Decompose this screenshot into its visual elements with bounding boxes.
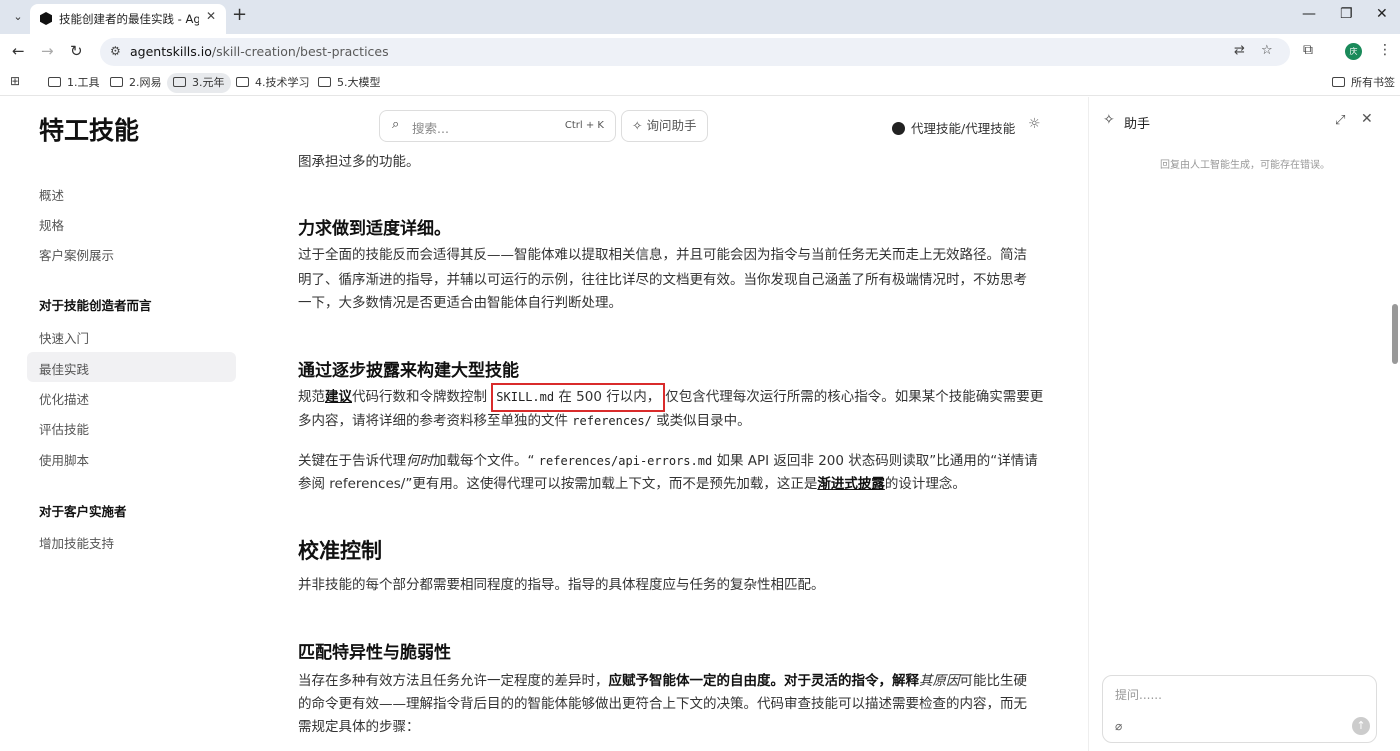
input-placeholder: 提问......	[1115, 688, 1162, 702]
folder-icon	[110, 77, 123, 87]
assistant-question-input[interactable]: 提问...... ⌀ ↑	[1102, 675, 1377, 743]
sidebar-item-spec[interactable]: 规格	[39, 215, 64, 234]
bookmark-folder[interactable]: 4.技术学习	[236, 73, 310, 93]
profile-avatar[interactable]: 庆	[1345, 43, 1362, 60]
sidebar-item-quickstart[interactable]: 快速入门	[39, 328, 89, 347]
folder-icon	[48, 77, 61, 87]
assistant-disclaimer: 回复由人工智能生成，可能存在错误。	[1160, 160, 1330, 171]
paragraph-line: 规范建议代码行数和令牌数控制 SKILL.md 在 500 行以内， 仅包含代理每…	[298, 383, 1043, 412]
paragraph-line: 一下，大多数情况是否更适合由智能体自行判断处理。	[298, 295, 622, 311]
sidebar-section-title: 对于客户实施者	[39, 504, 127, 519]
address-bar-row: ← → ↻ ⚙ agentskills.io/skill-creation/be…	[0, 34, 1400, 70]
folder-icon	[318, 77, 331, 87]
sidebar-item-showcase[interactable]: 客户案例展示	[39, 245, 114, 264]
bookmarks-bar: ⊞ 1.工具 2.网易 3.元年 4.技术学习 5.大模型 所有书签	[0, 70, 1400, 96]
paragraph: 图承担过多的功能。	[298, 154, 420, 170]
paragraph-line: 多内容，请将详细的参考资料移至单独的文件 references/ 或类似目录中。	[298, 413, 751, 429]
minimize-icon[interactable]: —	[1302, 6, 1316, 22]
bookmark-folder[interactable]: 1.工具	[48, 73, 100, 93]
theme-toggle-sun-icon[interactable]: ☼	[1028, 116, 1041, 132]
folder-icon	[1332, 77, 1345, 87]
window-close-icon[interactable]: ✕	[1376, 6, 1388, 22]
page-scrollbar[interactable]	[1392, 304, 1398, 364]
article-content: 图承担过多的功能。 力求做到适度详细。 过于全面的技能反而会适得其反——智能体难…	[298, 97, 1043, 751]
sidebar-item-scripts[interactable]: 使用脚本	[39, 450, 89, 469]
paragraph-line: 需规定具体的步骤：	[298, 719, 420, 735]
browser-tab-bar: ⌄ 技能创建者的最佳实践 - Agent ✕ + — ❐ ✕	[0, 0, 1400, 34]
attach-paperclip-icon[interactable]: ⌀	[1115, 719, 1122, 733]
web-page: 特工技能 概述 规格 客户案例展示 对于技能创造者而言 快速入门 最佳实践 优化…	[0, 97, 1400, 751]
site-title[interactable]: 特工技能	[39, 111, 139, 147]
browser-menu-icon[interactable]: ⋮	[1378, 42, 1392, 58]
sidebar-item-evaluate[interactable]: 评估技能	[39, 419, 89, 438]
paragraph-line: 参阅 references/”更有用。这使得代理可以按需加载上下文，而不是预先加…	[298, 476, 966, 492]
bookmark-star-icon[interactable]: ☆	[1261, 43, 1273, 58]
sidebar-section-title: 对于技能创造者而言	[39, 298, 152, 313]
paragraph-line: 当存在多种有效方法且任务允许一定程度的差异时，应赋予智能体一定的自由度。对于灵活…	[298, 673, 1027, 689]
url-omnibox[interactable]: ⚙ agentskills.io/skill-creation/best-pra…	[100, 38, 1290, 66]
back-arrow-icon[interactable]: ←	[12, 42, 25, 60]
apps-grid-icon[interactable]: ⊞	[10, 74, 20, 88]
extensions-icon[interactable]: ⧉	[1303, 42, 1313, 58]
all-bookmarks[interactable]: 所有书签	[1332, 73, 1395, 93]
assistant-title: 助手	[1124, 117, 1151, 132]
emphasis-link[interactable]: 建议	[325, 389, 352, 405]
heading: 力求做到适度详细。	[298, 219, 451, 239]
restore-icon[interactable]: ❐	[1340, 6, 1353, 22]
reload-icon[interactable]: ↻	[70, 42, 83, 60]
sidebar-item-best-practices[interactable]: 最佳实践	[39, 359, 89, 378]
paragraph-line: 明了、循序渐进的指导，并辅以可运行的示例，往往比详尽的文档更有效。当你发现自己涵…	[298, 272, 1027, 288]
highlighted-text: SKILL.md 在 500 行以内，	[491, 383, 666, 412]
expand-icon[interactable]: ⤢	[1335, 113, 1345, 128]
close-icon[interactable]: ✕	[1361, 111, 1373, 127]
folder-icon	[173, 77, 186, 87]
site-info-icon[interactable]: ⚙	[110, 44, 121, 58]
paragraph: 并非技能的每个部分都需要相同程度的指导。指导的具体程度应与任务的复杂性相匹配。	[298, 577, 825, 593]
sidebar-item-overview[interactable]: 概述	[39, 185, 64, 204]
paragraph-line: 关键在于告诉代理何时加载每个文件。“ references/api-errors…	[298, 453, 1038, 469]
browser-tab[interactable]: 技能创建者的最佳实践 - Agent ✕	[30, 4, 226, 34]
tab-close-icon[interactable]: ✕	[206, 9, 216, 23]
heading: 校准控制	[298, 539, 382, 563]
paragraph-line: 过于全面的技能反而会适得其反——智能体难以提取相关信息，并且可能会因为指令与当前…	[298, 247, 1027, 263]
forward-arrow-icon[interactable]: →	[41, 42, 54, 60]
bookmark-folder[interactable]: 3.元年	[167, 73, 231, 93]
url-text: agentskills.io/skill-creation/best-pract…	[130, 44, 389, 59]
site-favicon-icon	[40, 12, 52, 25]
progressive-disclosure-link[interactable]: 渐进式披露	[817, 476, 885, 492]
bookmark-folder[interactable]: 5.大模型	[318, 73, 381, 93]
heading: 匹配特异性与脆弱性	[298, 643, 451, 663]
paragraph-line: 的命令更有效——理解指令背后目的的智能体能够做出更符合上下文的决策。代码审查技能…	[298, 696, 1027, 712]
translate-icon[interactable]: ⇄	[1234, 43, 1245, 58]
sparkle-icon: ✧	[1103, 112, 1115, 128]
sidebar-item-add-support[interactable]: 增加技能支持	[39, 533, 114, 552]
new-tab-plus-icon[interactable]: +	[232, 4, 247, 25]
send-arrow-icon[interactable]: ↑	[1352, 717, 1370, 735]
tab-title: 技能创建者的最佳实践 - Agent	[59, 12, 199, 26]
docs-sidebar: 特工技能 概述 规格 客户案例展示 对于技能创造者而言 快速入门 最佳实践 优化…	[0, 97, 260, 751]
sidebar-item-optimize[interactable]: 优化描述	[39, 389, 89, 408]
tab-search-chevron-icon[interactable]: ⌄	[8, 7, 28, 27]
heading: 通过逐步披露来构建大型技能	[298, 361, 519, 381]
folder-icon	[236, 77, 249, 87]
bookmark-folder[interactable]: 2.网易	[110, 73, 162, 93]
assistant-panel: ✧ 助手 ⤢ ✕ 回复由人工智能生成，可能存在错误。 提问...... ⌀ ↑	[1088, 97, 1400, 751]
